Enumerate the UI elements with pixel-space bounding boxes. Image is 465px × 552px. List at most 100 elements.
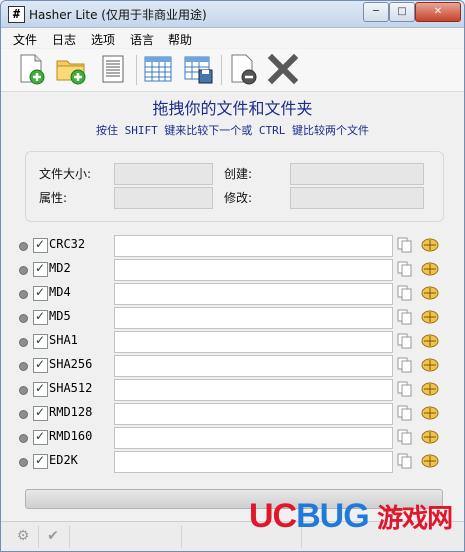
watermark-cn: 游戏网 — [377, 503, 453, 533]
hash-checkbox[interactable] — [33, 261, 48, 277]
drop-title: 拖拽你的文件和文件夹 — [152, 99, 313, 118]
title-bar[interactable]: # Hasher Lite (仅用于非商业用途) ─ □ ✕ — [1, 1, 464, 28]
hash-checkbox[interactable] — [33, 357, 48, 373]
watermark-uc: UC — [249, 497, 297, 535]
attributes-field — [114, 187, 213, 209]
hash-value-field[interactable] — [114, 403, 393, 425]
toolbar-separator — [136, 55, 137, 85]
table-icon[interactable] — [142, 53, 174, 85]
hash-row: RMD160 — [1, 427, 464, 449]
copy-icon[interactable] — [397, 333, 413, 349]
file-info-panel: 文件大小: 属性: 创建: 修改: — [25, 151, 444, 222]
hash-value-field[interactable] — [114, 331, 393, 353]
status-dot-icon — [19, 410, 28, 419]
close-button[interactable]: ✕ — [415, 2, 461, 22]
compare-icon[interactable] — [421, 405, 439, 421]
compare-icon[interactable] — [421, 453, 439, 469]
menu-options[interactable]: 选项 — [91, 31, 115, 48]
copy-icon[interactable] — [397, 261, 413, 277]
hash-value-field[interactable] — [114, 259, 393, 281]
hash-checkbox[interactable] — [33, 381, 48, 397]
hash-row: CRC32 — [1, 235, 464, 257]
hash-name: SHA512 — [49, 381, 93, 395]
attributes-label: 属性: — [39, 191, 68, 205]
compare-icon[interactable] — [421, 357, 439, 373]
file-size-field — [114, 163, 213, 185]
add-folder-icon[interactable] — [55, 53, 87, 85]
save-table-icon[interactable] — [182, 53, 214, 85]
hash-name: SHA1 — [49, 333, 78, 347]
status-dot-icon — [19, 290, 28, 299]
delete-x-icon[interactable] — [267, 53, 299, 85]
compare-icon[interactable] — [421, 429, 439, 445]
status-dot-icon — [19, 458, 28, 467]
hash-checkbox[interactable] — [33, 309, 48, 325]
hash-value-field[interactable] — [114, 355, 393, 377]
hash-row: SHA512 — [1, 379, 464, 401]
menu-log[interactable]: 日志 — [52, 31, 76, 48]
hash-row: SHA1 — [1, 331, 464, 353]
hash-value-field[interactable] — [114, 235, 393, 257]
compare-icon[interactable] — [421, 381, 439, 397]
menu-file[interactable]: 文件 — [13, 31, 37, 48]
modified-field — [290, 187, 424, 209]
hash-name: SHA256 — [49, 357, 93, 371]
hash-row: MD2 — [1, 259, 464, 281]
status-dot-icon — [19, 242, 28, 251]
hash-checkbox[interactable] — [33, 429, 48, 445]
copy-icon[interactable] — [397, 381, 413, 397]
copy-icon[interactable] — [397, 237, 413, 253]
copy-icon[interactable] — [397, 429, 413, 445]
maximize-button[interactable]: □ — [389, 2, 415, 22]
hash-value-field[interactable] — [114, 451, 393, 473]
copy-icon[interactable] — [397, 405, 413, 421]
status-separator — [69, 526, 70, 548]
hash-value-field[interactable] — [114, 283, 393, 305]
checkmark-icon[interactable]: ✔ — [45, 528, 61, 544]
menu-help[interactable]: 帮助 — [168, 31, 192, 48]
file-size-label: 文件大小: — [39, 167, 92, 181]
hash-row: MD4 — [1, 283, 464, 305]
document-icon[interactable] — [97, 53, 129, 85]
hash-checkbox[interactable] — [33, 453, 48, 469]
compare-icon[interactable] — [421, 285, 439, 301]
toolbar-separator — [221, 55, 222, 85]
add-file-icon[interactable] — [15, 53, 47, 85]
status-separator — [38, 526, 39, 548]
main-window: # Hasher Lite (仅用于非商业用途) ─ □ ✕ 文件 日志 选项 … — [0, 0, 465, 552]
remove-icon[interactable] — [227, 53, 259, 85]
status-separator — [181, 526, 182, 548]
copy-icon[interactable] — [397, 309, 413, 325]
copy-icon[interactable] — [397, 453, 413, 469]
hash-name: MD2 — [49, 261, 71, 275]
hash-row: SHA256 — [1, 355, 464, 377]
hash-value-field[interactable] — [114, 427, 393, 449]
status-dot-icon — [19, 386, 28, 395]
hash-value-field[interactable] — [114, 379, 393, 401]
watermark-logo: UCBUG 游戏网 — [249, 497, 453, 536]
menu-language[interactable]: 语言 — [130, 31, 154, 48]
hash-value-field[interactable] — [114, 307, 393, 329]
compare-icon[interactable] — [421, 237, 439, 253]
hash-checkbox[interactable] — [33, 405, 48, 421]
hash-checkbox[interactable] — [33, 285, 48, 301]
created-field — [290, 163, 424, 185]
compare-icon[interactable] — [421, 261, 439, 277]
app-hash-icon: # — [8, 6, 25, 23]
compare-icon[interactable] — [421, 333, 439, 349]
status-dot-icon — [19, 434, 28, 443]
copy-icon[interactable] — [397, 285, 413, 301]
drop-hint: 按住 SHIFT 键来比较下一个或 CTRL 键比较两个文件 — [95, 124, 370, 137]
hash-name: RMD128 — [49, 405, 93, 419]
gear-icon[interactable]: ⚙ — [15, 528, 31, 544]
hash-name: MD5 — [49, 309, 71, 323]
hash-name: MD4 — [49, 285, 71, 299]
toolbar — [1, 49, 464, 92]
minimize-button[interactable]: ─ — [363, 2, 389, 22]
compare-icon[interactable] — [421, 309, 439, 325]
hash-checkbox[interactable] — [33, 237, 48, 253]
modified-label: 修改: — [224, 191, 253, 205]
hash-checkbox[interactable] — [33, 333, 48, 349]
hash-row: MD5 — [1, 307, 464, 329]
copy-icon[interactable] — [397, 357, 413, 373]
